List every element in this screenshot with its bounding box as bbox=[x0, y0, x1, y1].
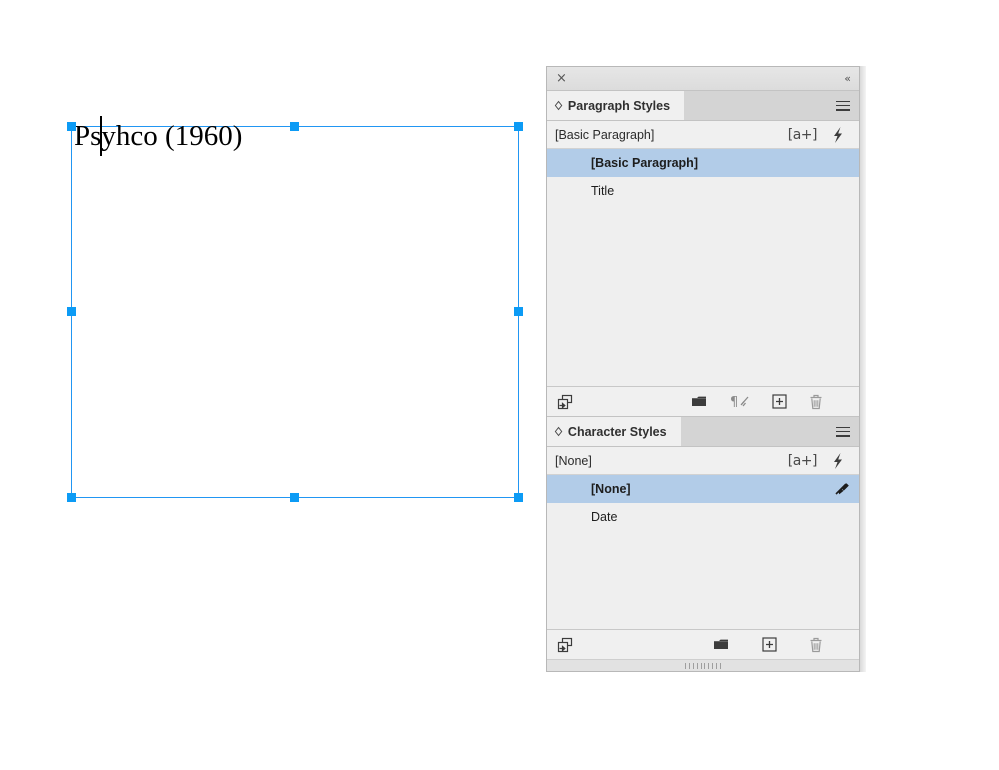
load-styles-icon[interactable] bbox=[557, 637, 573, 653]
character-current-style-row: [None] [a+] bbox=[547, 447, 859, 475]
hamburger-icon bbox=[836, 100, 850, 111]
a-plus-icon[interactable]: [a+] bbox=[788, 128, 818, 142]
character-styles-footer bbox=[547, 630, 859, 659]
tab-paragraph-styles-label: Paragraph Styles bbox=[567, 98, 671, 113]
text-cursor bbox=[100, 116, 102, 156]
list-item[interactable]: [Basic Paragraph] bbox=[547, 149, 859, 177]
paragraph-styles-footer: ¶ bbox=[547, 387, 859, 416]
character-style-name: Date bbox=[591, 510, 618, 524]
lightning-bolt-icon[interactable] bbox=[831, 452, 845, 469]
character-styles-menu-icon[interactable] bbox=[827, 417, 859, 446]
paragraph-current-row-icons: [a+] bbox=[788, 126, 851, 143]
footer-right-group bbox=[713, 637, 849, 653]
list-item[interactable]: [None] bbox=[547, 475, 859, 503]
frame-handle-top-left[interactable] bbox=[67, 122, 76, 131]
close-icon[interactable]: × bbox=[556, 72, 567, 85]
footer-right-group: ¶ bbox=[691, 394, 849, 410]
paragraph-current-style-name: [Basic Paragraph] bbox=[555, 127, 655, 142]
frame-handle-middle-left[interactable] bbox=[67, 307, 76, 316]
tab-collapse-icon[interactable]: ◇ bbox=[555, 425, 562, 437]
collapse-panel-icon[interactable]: « bbox=[844, 73, 851, 84]
frame-handle-bottom-center[interactable] bbox=[290, 493, 299, 502]
tab-character-styles-label: Character Styles bbox=[567, 424, 667, 439]
frame-handle-top-right[interactable] bbox=[514, 122, 523, 131]
paragraph-styles-panel: ◇ Paragraph Styles [Basic Paragraph] [a+… bbox=[547, 91, 859, 417]
text-frame[interactable]: Psyhco (1960) bbox=[67, 120, 523, 502]
folder-icon[interactable] bbox=[691, 395, 708, 409]
load-styles-icon[interactable] bbox=[557, 394, 573, 410]
dock-edge-shadow bbox=[860, 66, 866, 672]
dock-resize-grip[interactable] bbox=[547, 659, 859, 671]
character-style-name: [None] bbox=[591, 482, 631, 496]
lightning-bolt-icon[interactable] bbox=[831, 126, 845, 143]
frame-handle-bottom-right[interactable] bbox=[514, 493, 523, 502]
panel-dock: × « ◇ Paragraph Styles [Basic Paragraph]… bbox=[546, 66, 860, 672]
tab-character-styles[interactable]: ◇ Character Styles bbox=[547, 417, 681, 446]
tab-paragraph-styles[interactable]: ◇ Paragraph Styles bbox=[547, 91, 685, 120]
plus-box-icon[interactable] bbox=[762, 637, 777, 652]
frame-handle-top-center[interactable] bbox=[290, 122, 299, 131]
hamburger-icon bbox=[836, 426, 850, 437]
grip-lines-icon bbox=[685, 662, 721, 669]
trash-icon[interactable] bbox=[809, 637, 823, 653]
folder-icon[interactable] bbox=[713, 638, 730, 652]
footer-left-group bbox=[557, 394, 573, 410]
character-styles-list[interactable]: [None] Date bbox=[547, 475, 859, 630]
footer-left-group bbox=[557, 637, 573, 653]
paragraph-styles-list[interactable]: [Basic Paragraph] Title bbox=[547, 149, 859, 387]
character-current-style-name: [None] bbox=[555, 453, 592, 468]
paragraph-styles-menu-icon[interactable] bbox=[827, 91, 859, 120]
character-styles-panel: ◇ Character Styles [None] [a+] [None] Da… bbox=[547, 417, 859, 659]
paragraph-styles-tabstrip: ◇ Paragraph Styles bbox=[547, 91, 859, 121]
paragraph-style-name: [Basic Paragraph] bbox=[591, 156, 698, 170]
list-item[interactable]: Title bbox=[547, 177, 859, 205]
document-canvas[interactable]: Psyhco (1960) bbox=[0, 0, 546, 770]
frame-handle-middle-right[interactable] bbox=[514, 307, 523, 316]
paragraph-style-name: Title bbox=[591, 184, 615, 198]
svg-text:¶: ¶ bbox=[730, 395, 738, 409]
trash-icon[interactable] bbox=[809, 394, 823, 410]
list-item[interactable]: Date bbox=[547, 503, 859, 531]
character-current-row-icons: [a+] bbox=[788, 452, 851, 469]
plus-box-icon[interactable] bbox=[772, 394, 787, 409]
dock-titlebar: × « bbox=[547, 67, 859, 91]
clear-overrides-icon[interactable] bbox=[833, 481, 851, 497]
frame-handle-bottom-left[interactable] bbox=[67, 493, 76, 502]
character-styles-tabstrip: ◇ Character Styles bbox=[547, 417, 859, 447]
tab-collapse-icon[interactable]: ◇ bbox=[555, 99, 562, 111]
paragraph-current-style-row: [Basic Paragraph] [a+] bbox=[547, 121, 859, 149]
a-plus-icon[interactable]: [a+] bbox=[788, 454, 818, 468]
clear-overrides-icon[interactable]: ¶ bbox=[730, 394, 750, 409]
